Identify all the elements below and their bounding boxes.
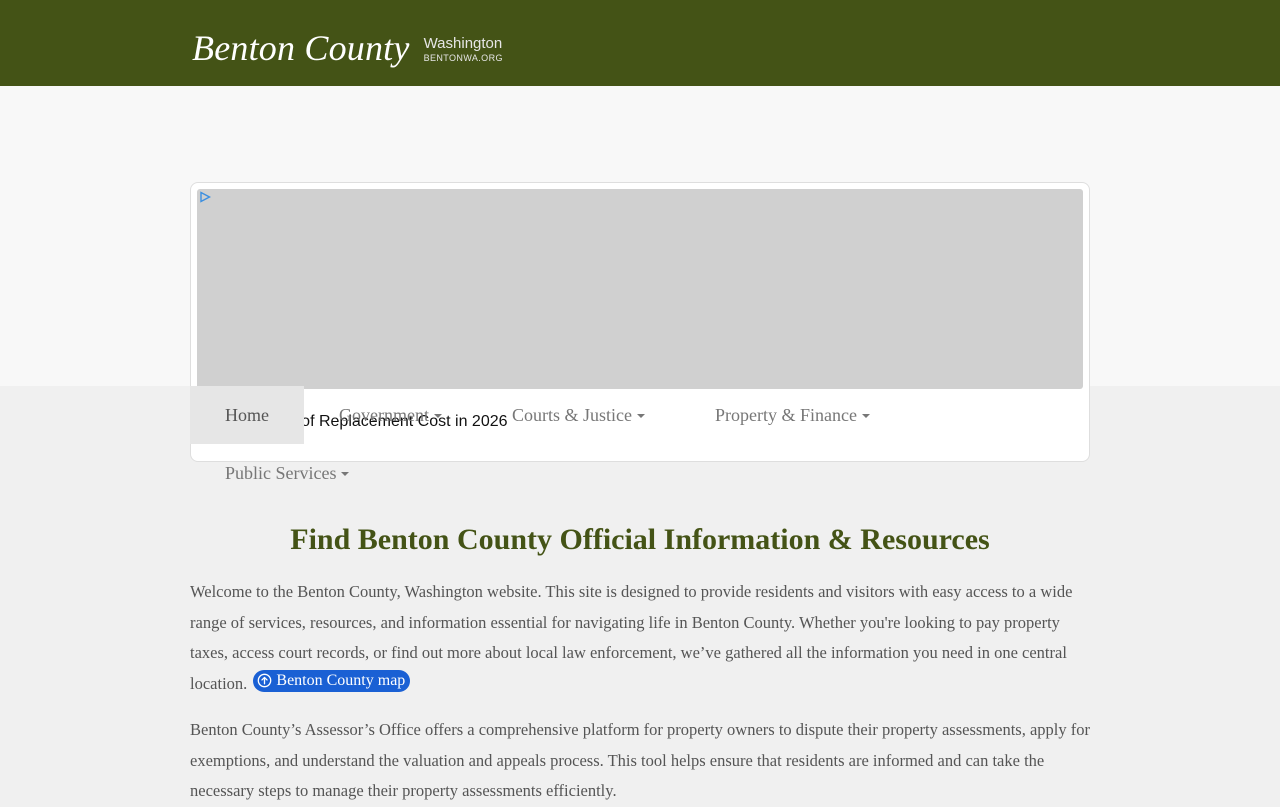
site-header: Benton County Washington BENTONWA.ORG: [0, 0, 1280, 86]
nav-item-government[interactable]: Government: [304, 386, 477, 444]
brand-subtitle: Washington BENTONWA.ORG: [424, 36, 503, 64]
ad-band: 1500 Sq Ft Roof Replacement Cost in 2026: [0, 86, 1280, 462]
caret-down-icon: [433, 414, 442, 418]
page-title: Find Benton County Official Information …: [290, 523, 990, 556]
nav-item-property-finance[interactable]: Property & Finance: [680, 386, 905, 444]
nav-item-courts-justice[interactable]: Courts & Justice: [477, 386, 680, 444]
main-content: Find Benton County Official Information …: [190, 520, 1090, 807]
caret-down-icon: [636, 414, 645, 418]
nav-item-label: Courts & Justice: [511, 404, 632, 425]
intro-paragraph: Welcome to the Benton County, Washington…: [190, 577, 1090, 700]
caret-down-icon: [861, 414, 870, 418]
assessor-paragraph: Benton County’s Assessor’s Office offers…: [190, 719, 1090, 801]
ad-image[interactable]: [197, 189, 1083, 389]
nav-item-label: Property & Finance: [714, 404, 857, 425]
site-logo-link[interactable]: Benton County Washington BENTONWA.ORG: [192, 28, 503, 68]
nav-row-2: Public Services: [190, 444, 1090, 502]
brand-domain: BENTONWA.ORG: [423, 53, 503, 63]
nav-item-label: Home: [225, 404, 269, 425]
brand-name: Benton County: [192, 28, 410, 68]
circle-arrow-up-icon: [258, 673, 272, 688]
main-nav: Home Government Courts & Justice Propert…: [190, 386, 1090, 502]
nav-item-home[interactable]: Home: [190, 386, 304, 444]
nav-row-1: Home Government Courts & Justice Propert…: [190, 386, 1090, 444]
nav-item-public-services[interactable]: Public Services: [190, 444, 384, 502]
benton-county-map-link[interactable]: Benton County map: [253, 669, 411, 692]
brand-state: Washington: [423, 35, 503, 52]
nav-item-label: Government: [339, 404, 429, 425]
nav-item-label: Public Services: [225, 462, 337, 483]
caret-down-icon: [341, 472, 350, 476]
ad-choices-icon[interactable]: [199, 191, 211, 203]
map-link-label: Benton County map: [276, 671, 406, 689]
